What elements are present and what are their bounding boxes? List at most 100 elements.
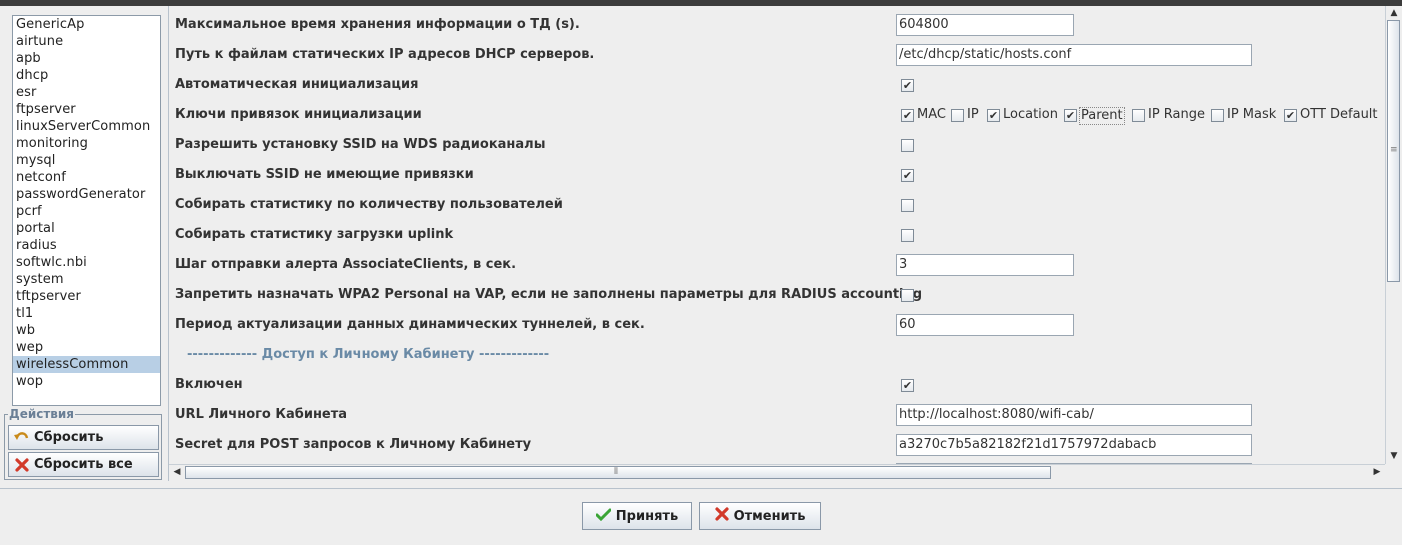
module-list-item[interactable]: mysql bbox=[13, 152, 160, 169]
module-list-item[interactable]: monitoring bbox=[13, 135, 160, 152]
horizontal-scroll-thumb[interactable]: ⦀ bbox=[185, 466, 1051, 479]
init-key-location-checkbox[interactable]: ✔ bbox=[987, 109, 1000, 122]
vertical-scrollbar[interactable]: ▲ ≡ ▼ bbox=[1385, 6, 1402, 464]
alert-step-input[interactable]: 3 bbox=[896, 254, 1074, 276]
undo-icon bbox=[14, 430, 30, 446]
scroll-up-icon[interactable]: ▲ bbox=[1386, 8, 1402, 18]
module-list-item[interactable]: linuxServerCommon bbox=[13, 118, 160, 135]
module-list-item[interactable]: airtune bbox=[13, 33, 160, 50]
disable-ssid-checkbox[interactable]: ✔ bbox=[901, 169, 914, 182]
accept-label: Принять bbox=[615, 508, 679, 524]
max-info-time-input[interactable]: 604800 bbox=[896, 14, 1074, 36]
init-key-location-label: Location bbox=[1003, 107, 1058, 122]
init-key-parent-label: Parent bbox=[1079, 107, 1125, 125]
accept-button[interactable]: Принять bbox=[582, 502, 692, 530]
auto-init-checkbox[interactable]: ✔ bbox=[901, 79, 914, 92]
init-key-parent-checkbox[interactable]: ✔ bbox=[1064, 109, 1077, 122]
row-ssid-wds: Разрешить установку SSID на WDS радиокан… bbox=[175, 130, 1385, 160]
cabinet-url-label: URL Личного Кабинета bbox=[175, 407, 348, 422]
stats-users-label: Собирать статистику по количеству пользо… bbox=[175, 197, 563, 212]
wpa2-forbid-label: Запретить назначать WPA2 Personal на VAP… bbox=[175, 287, 923, 302]
row-cabinet-secret: Secret для POST запросов к Личному Кабин… bbox=[175, 430, 1385, 460]
stats-uplink-checkbox[interactable] bbox=[901, 229, 914, 242]
module-list-item[interactable]: wirelessCommon bbox=[13, 356, 160, 373]
reset-all-label: Сбросить все bbox=[34, 457, 133, 472]
row-cabinet-enabled: Включен ✔ bbox=[175, 370, 1385, 400]
module-list-item[interactable]: portal bbox=[13, 220, 160, 237]
module-list-item[interactable]: dhcp bbox=[13, 67, 160, 84]
cabinet-url-input[interactable]: http://localhost:8080/wifi-cab/ bbox=[896, 404, 1252, 426]
delete-icon bbox=[14, 457, 30, 473]
scroll-down-icon[interactable]: ▼ bbox=[1386, 451, 1402, 461]
init-key-ip-checkbox[interactable] bbox=[951, 109, 964, 122]
init-key-mac-label: MAC bbox=[917, 107, 946, 122]
module-list-item[interactable]: wop bbox=[13, 373, 160, 390]
module-list-item[interactable]: pcrf bbox=[13, 203, 160, 220]
module-list-item[interactable]: wb bbox=[13, 322, 160, 339]
module-list-item[interactable]: esr bbox=[13, 84, 160, 101]
ssid-wds-label: Разрешить установку SSID на WDS радиокан… bbox=[175, 137, 546, 152]
ssid-wds-checkbox[interactable] bbox=[901, 139, 914, 152]
module-list-item[interactable]: passwordGenerator bbox=[13, 186, 160, 203]
init-key-ip-range-label: IP Range bbox=[1148, 107, 1206, 122]
actions-group: Действия Сбросить Сбросить все bbox=[4, 407, 162, 480]
init-key-ip-mask-label: IP Mask bbox=[1227, 107, 1277, 122]
dhcp-static-path-input[interactable]: /etc/dhcp/static/hosts.conf bbox=[896, 44, 1252, 66]
row-disable-ssid: Выключать SSID не имеющие привязки ✔ bbox=[175, 160, 1385, 190]
disable-ssid-label: Выключать SSID не имеющие привязки bbox=[175, 167, 474, 182]
module-list-item[interactable]: apb bbox=[13, 50, 160, 67]
vertical-scroll-thumb[interactable]: ≡ bbox=[1387, 20, 1400, 282]
module-list-item[interactable]: system bbox=[13, 271, 160, 288]
init-key-mac-checkbox[interactable]: ✔ bbox=[901, 109, 914, 122]
init-key-ip-range-checkbox[interactable] bbox=[1132, 109, 1145, 122]
horizontal-scrollbar[interactable]: ◀ ⦀ ▶ bbox=[169, 464, 1385, 481]
module-list[interactable]: GenericAp airtune apb dhcp esr ftpserver linux… bbox=[12, 15, 161, 406]
module-list-item[interactable]: netconf bbox=[13, 169, 160, 186]
row-stats-users: Собирать статистику по количеству пользо… bbox=[175, 190, 1385, 220]
max-info-time-label: Максимальное время хранения информации о… bbox=[175, 17, 580, 32]
row-stats-uplink: Собирать статистику загрузки uplink bbox=[175, 220, 1385, 250]
scroll-right-icon[interactable]: ▶ bbox=[1369, 467, 1385, 477]
checkmark-icon bbox=[595, 508, 612, 525]
row-max-info-time: Максимальное время хранения информации о… bbox=[175, 10, 1385, 40]
cabinet-secret-label: Secret для POST запросов к Личному Кабин… bbox=[175, 437, 532, 452]
cancel-button[interactable]: Отменить bbox=[699, 502, 821, 530]
reset-all-button[interactable]: Сбросить все bbox=[8, 452, 159, 477]
stats-users-checkbox[interactable] bbox=[901, 199, 914, 212]
scroll-left-icon[interactable]: ◀ bbox=[169, 467, 185, 477]
row-alert-step: Шаг отправки алерта AssociateClients, в … bbox=[175, 250, 1385, 280]
section-cabinet-header: ------------- Доступ к Личному Кабинету … bbox=[187, 347, 550, 362]
tunnel-period-label: Период актуализации данных динамических … bbox=[175, 317, 645, 332]
dialog-button-bar: Принять Отменить bbox=[0, 488, 1402, 545]
module-list-item[interactable]: radius bbox=[13, 237, 160, 254]
alert-step-label: Шаг отправки алерта AssociateClients, в … bbox=[175, 257, 517, 272]
row-tunnel-period: Период актуализации данных динамических … bbox=[175, 310, 1385, 340]
wpa2-forbid-checkbox[interactable] bbox=[901, 289, 914, 302]
init-keys-label: Ключи привязок инициализации bbox=[175, 107, 422, 122]
row-auto-init: Автоматическая инициализация ✔ bbox=[175, 70, 1385, 100]
row-wpa2-forbid: Запретить назначать WPA2 Personal на VAP… bbox=[175, 280, 1385, 310]
module-list-item[interactable]: tftpserver bbox=[13, 288, 160, 305]
cabinet-enabled-label: Включен bbox=[175, 377, 243, 392]
row-init-keys: Ключи привязок инициализации ✔ MAC IP ✔ … bbox=[175, 100, 1385, 130]
reset-button[interactable]: Сбросить bbox=[8, 425, 159, 450]
cancel-label: Отменить bbox=[733, 508, 806, 524]
actions-title: Действия bbox=[8, 407, 76, 421]
module-list-item[interactable]: GenericAp bbox=[13, 16, 160, 33]
dhcp-static-path-label: Путь к файлам статических IP адресов DHC… bbox=[175, 47, 595, 62]
cabinet-secret-input[interactable]: a3270c7b5a82182f21d1757972dabacb bbox=[896, 434, 1252, 456]
init-key-ip-mask-checkbox[interactable] bbox=[1211, 109, 1224, 122]
grip-icon: ⦀ bbox=[614, 467, 618, 477]
module-list-item[interactable]: ftpserver bbox=[13, 101, 160, 118]
init-key-ott-default-checkbox[interactable]: ✔ bbox=[1284, 109, 1297, 122]
settings-panel: Максимальное время хранения информации о… bbox=[168, 6, 1402, 481]
row-section-cabinet: ------------- Доступ к Личному Кабинету … bbox=[175, 340, 1385, 370]
cabinet-enabled-checkbox[interactable]: ✔ bbox=[901, 379, 914, 392]
row-cabinet-url: URL Личного Кабинета http://localhost:80… bbox=[175, 400, 1385, 430]
close-icon bbox=[714, 507, 729, 525]
init-key-ip-label: IP bbox=[967, 107, 979, 122]
tunnel-period-input[interactable]: 60 bbox=[896, 314, 1074, 336]
module-list-item[interactable]: wep bbox=[13, 339, 160, 356]
module-list-item[interactable]: softwlc.nbi bbox=[13, 254, 160, 271]
module-list-item[interactable]: tl1 bbox=[13, 305, 160, 322]
